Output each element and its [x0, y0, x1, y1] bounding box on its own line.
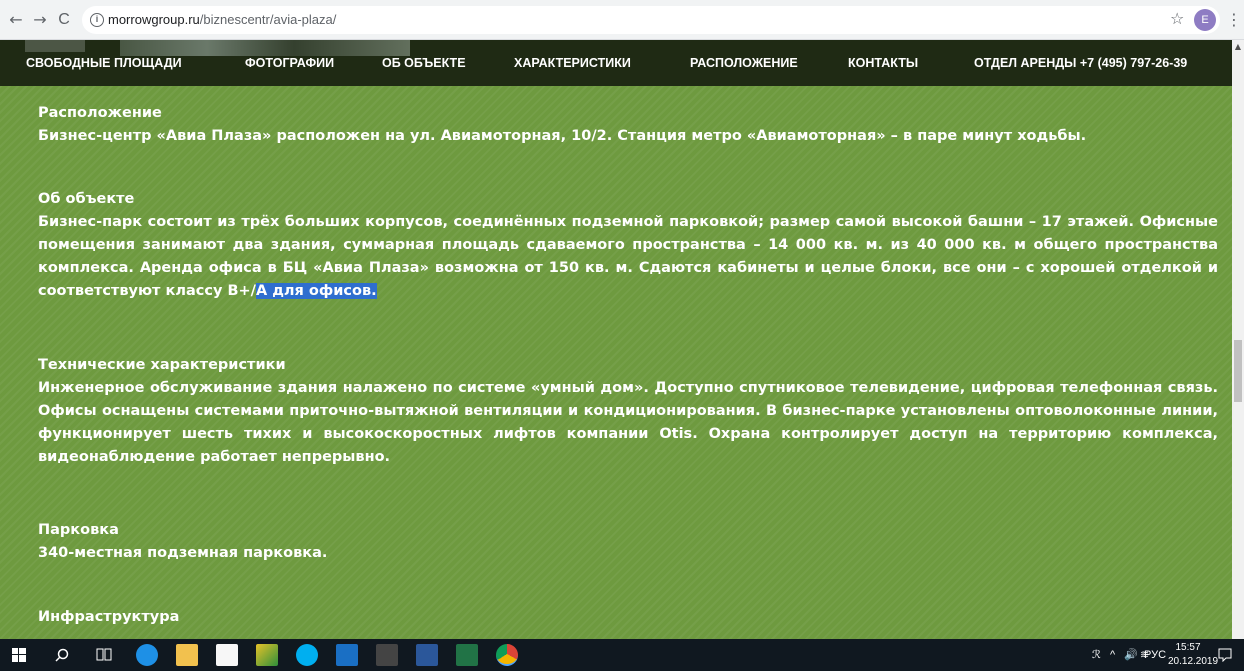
section-heading: Расположение [38, 105, 162, 121]
about-text: Бизнес-парк состоит из трёх больших корп… [38, 214, 1218, 299]
site-nav: СВОБОДНЫЕ ПЛОЩАДИ ФОТОГРАФИИ ОБ ОБЪЕКТЕ … [0, 40, 1232, 86]
header-photo [120, 40, 410, 56]
section-heading: Технические характеристики [38, 357, 286, 373]
nav-about[interactable]: ОБ ОБЪЕКТЕ [382, 56, 466, 70]
profile-avatar[interactable]: E [1194, 9, 1216, 31]
section-body: Бизнес-парк состоит из трёх больших корп… [38, 211, 1218, 303]
task-view-icon[interactable] [96, 648, 112, 662]
header-photo-strip [25, 40, 85, 52]
page-scrollbar[interactable]: ▲ [1232, 40, 1244, 639]
section-body: 340-местная подземная парковка. [38, 545, 328, 561]
word-icon[interactable] [416, 644, 438, 666]
section-body: Инженерное обслуживание здания налажено … [38, 380, 1218, 465]
url-path: /biznescentr/avia-plaza/ [199, 12, 337, 27]
back-icon[interactable]: ← [6, 10, 26, 30]
section-heading: Инфраструктура [38, 609, 180, 625]
calculator-icon[interactable] [376, 644, 398, 666]
nav-contacts[interactable]: КОНТАКТЫ [848, 56, 918, 70]
forward-icon[interactable]: → [30, 10, 50, 30]
nav-location[interactable]: РАСПОЛОЖЕНИЕ [690, 56, 798, 70]
main-content: Расположение Бизнес-центр «Авиа Плаза» р… [0, 86, 1232, 639]
outlook-icon[interactable] [336, 644, 358, 666]
clock[interactable]: 15:57 20.12.2019 [1168, 641, 1219, 669]
windows-taskbar: ℛ ^ 🔊 ≋ РУС 15:57 20.12.2019 [0, 639, 1244, 671]
section-body: Бизнес-центр «Авиа Плаза» расположен на … [38, 128, 1087, 144]
chrome-icon[interactable] [496, 644, 518, 666]
scroll-up-arrow-icon[interactable]: ▲ [1232, 40, 1244, 54]
section-heading: Парковка [38, 522, 119, 538]
clock-time: 15:57 [1175, 642, 1201, 653]
nav-characteristics[interactable]: ХАРАКТЕРИСТИКИ [514, 56, 631, 70]
browser-menu-icon[interactable]: ⋮ [1226, 10, 1242, 30]
nav-free-space[interactable]: СВОБОДНЫЕ ПЛОЩАДИ [26, 56, 182, 70]
notifications-icon[interactable] [1218, 648, 1232, 662]
store-icon[interactable] [216, 644, 238, 666]
section-parking: Парковка 340-местная подземная парковка. [38, 519, 1218, 565]
url-domain: morrowgroup.ru [108, 12, 200, 27]
section-infrastructure: Инфраструктура [38, 606, 1218, 629]
app-icon[interactable] [256, 644, 278, 666]
file-explorer-icon[interactable] [176, 644, 198, 666]
language-indicator[interactable]: РУС [1144, 647, 1166, 663]
edge-icon[interactable] [136, 644, 158, 666]
scrollbar-thumb[interactable] [1234, 340, 1242, 402]
clock-date: 20.12.2019 [1168, 656, 1219, 667]
address-bar[interactable]: i morrowgroup.ru/biznescentr/avia-plaza/ [82, 6, 1220, 34]
selected-text: A для офисов. [255, 283, 377, 299]
windows-start-icon[interactable] [12, 648, 26, 662]
excel-icon[interactable] [456, 644, 478, 666]
browser-toolbar: ← → C i morrowgroup.ru/biznescentr/avia-… [0, 0, 1244, 40]
tray-chevron-icon[interactable]: ^ [1110, 647, 1115, 663]
bookmark-star-icon[interactable]: ☆ [1170, 11, 1184, 27]
volume-icon[interactable]: 🔊 [1124, 647, 1138, 663]
nav-photos[interactable]: ФОТОГРАФИИ [245, 56, 334, 70]
search-icon[interactable] [55, 648, 69, 662]
section-location: Расположение Бизнес-центр «Авиа Плаза» р… [38, 102, 1218, 148]
section-about: Об объекте Бизнес-парк состоит из трёх б… [38, 188, 1218, 303]
people-icon[interactable]: ℛ [1092, 647, 1101, 663]
reload-icon[interactable]: C [54, 10, 74, 30]
section-tech: Технические характеристики Инженерное об… [38, 354, 1218, 469]
info-icon[interactable]: i [90, 13, 104, 27]
section-heading: Об объекте [38, 191, 135, 207]
skype-icon[interactable] [296, 644, 318, 666]
nav-rental-phone[interactable]: ОТДЕЛ АРЕНДЫ +7 (495) 797-26-39 [974, 56, 1187, 70]
